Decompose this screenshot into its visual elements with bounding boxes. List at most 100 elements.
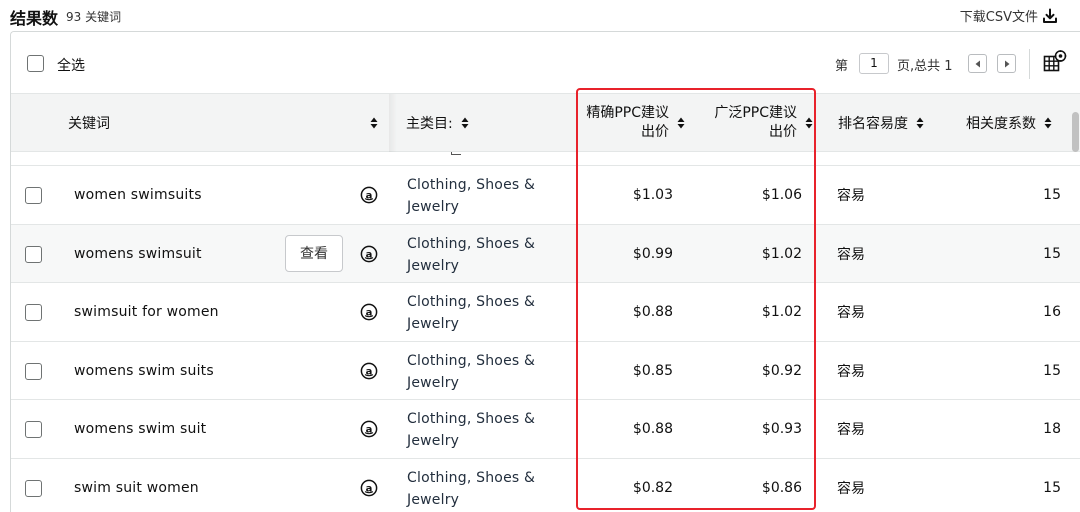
- results-header: 结果数 93 关键词 下载CSV文件: [0, 0, 1080, 30]
- category-line-1: Clothing, Shoes &: [407, 235, 536, 252]
- keyword-table-panel: 全选 第 1 页,总共 1 关键词 主类目: 精确PPC建议 出价 广泛PPC建…: [10, 31, 1080, 512]
- table-row[interactable]: womens swim suit a Clothing, Shoes & Jewe…: [11, 400, 1080, 459]
- select-all-checkbox[interactable]: [27, 55, 44, 72]
- relevance-cell: 18: [1043, 421, 1061, 437]
- category-line-2: Jewelry: [407, 374, 460, 391]
- table-settings-icon[interactable]: [1043, 50, 1067, 74]
- category-line-2: Jewelry: [407, 316, 460, 332]
- category-line-1: Clothing, Shoes &: [407, 469, 536, 486]
- sort-icon[interactable]: [461, 117, 469, 129]
- category-cell: Clothing, Shoes & Jewelry: [407, 350, 567, 394]
- difficulty-cell: 容易: [837, 422, 865, 438]
- keyword-cell: womens swimsuit: [74, 245, 202, 262]
- amazon-icon[interactable]: a: [360, 420, 378, 438]
- sort-icon[interactable]: [805, 117, 813, 129]
- category-cell: Clothing, Shoes & Jewelry: [407, 233, 567, 277]
- sort-icon[interactable]: [916, 117, 924, 129]
- view-button[interactable]: 查看: [285, 234, 343, 272]
- download-csv-label: 下载CSV文件: [959, 10, 1038, 25]
- category-line-2: Jewelry: [407, 257, 460, 274]
- caret-left-icon: [975, 60, 980, 67]
- results-title: 结果数: [10, 9, 59, 28]
- exact-ppc-cell: $0.82: [632, 479, 673, 496]
- table-row[interactable]: women swimsuits a Clothing, Shoes & Jewel…: [11, 166, 1080, 225]
- row-checkbox[interactable]: [25, 479, 42, 497]
- table-row[interactable]: womens swimsuit 查看 a Clothing, Shoes & Je…: [11, 224, 1080, 283]
- broad-ppc-cell: $1.06: [761, 187, 802, 203]
- difficulty-cell: 容易: [837, 480, 865, 497]
- category-cell: Clothing, Shoes & Jewelry: [407, 408, 567, 452]
- amazon-icon[interactable]: a: [360, 362, 378, 380]
- category-line-1: Clothing, Shoes &: [407, 294, 536, 310]
- category-cell: Clothing, Shoes & Jewelry: [407, 174, 567, 218]
- column-header-keyword[interactable]: 关键词: [68, 94, 110, 152]
- amazon-icon[interactable]: a: [360, 479, 378, 497]
- scrollbar-thumb[interactable]: [1072, 112, 1079, 152]
- relevance-cell: 16: [1043, 304, 1061, 320]
- table-row-partial: [11, 152, 1080, 166]
- category-line-2: Jewelry: [407, 491, 460, 508]
- category-line-1: Clothing, Shoes &: [407, 352, 536, 369]
- row-checkbox[interactable]: [25, 245, 42, 263]
- column-label-exact-ppc-line2: 出价: [641, 124, 669, 140]
- column-header-category[interactable]: 主类目:: [406, 94, 469, 152]
- caret-right-icon: [1004, 60, 1009, 67]
- column-label-broad-ppc-line2: 出价: [769, 124, 797, 140]
- select-all-label: 全选: [57, 58, 85, 74]
- category-line-2: Jewelry: [407, 433, 460, 449]
- table-body: women swimsuits a Clothing, Shoes & Jewel…: [11, 152, 1080, 512]
- keyword-cell: swimsuit for women: [74, 304, 219, 320]
- page-total: 页,总共 1: [897, 59, 953, 74]
- column-label-keyword: 关键词: [68, 116, 110, 132]
- relevance-cell: 15: [1043, 479, 1061, 496]
- relevance-cell: 15: [1043, 362, 1061, 379]
- column-header-relevance[interactable]: 相关度系数: [966, 94, 1052, 152]
- amazon-icon[interactable]: a: [360, 245, 378, 263]
- exact-ppc-cell: $0.99: [632, 245, 673, 262]
- sort-icon[interactable]: [677, 117, 685, 129]
- row-checkbox[interactable]: [25, 304, 42, 321]
- next-page-button[interactable]: [997, 54, 1016, 73]
- keyword-cell: womens swim suits: [74, 362, 214, 379]
- broad-ppc-cell: $0.92: [761, 362, 802, 379]
- column-header-difficulty[interactable]: 排名容易度: [838, 94, 924, 152]
- relevance-cell: 15: [1043, 187, 1061, 203]
- difficulty-cell: 容易: [837, 363, 865, 380]
- category-cell: Clothing, Shoes & Jewelry: [407, 291, 567, 335]
- table-row[interactable]: womens swim suits a Clothing, Shoes & Jew…: [11, 341, 1080, 400]
- partial-text-fragment: [451, 152, 461, 155]
- download-csv-link[interactable]: 下载CSV文件: [960, 6, 1058, 25]
- row-checkbox[interactable]: [25, 187, 42, 204]
- column-header-exact-ppc[interactable]: 精确PPC建议 出价: [581, 94, 689, 152]
- category-line-2: Jewelry: [407, 199, 460, 215]
- exact-ppc-cell: $0.88: [632, 304, 673, 320]
- relevance-cell: 15: [1043, 245, 1061, 262]
- broad-ppc-cell: $0.93: [761, 421, 802, 437]
- toolbar-divider: [1029, 49, 1030, 79]
- sort-icon[interactable]: [1044, 117, 1052, 129]
- broad-ppc-cell: $1.02: [761, 304, 802, 320]
- row-checkbox[interactable]: [25, 362, 42, 380]
- broad-ppc-cell: $0.86: [761, 479, 802, 496]
- download-icon: [1043, 8, 1057, 23]
- row-checkbox[interactable]: [25, 421, 42, 438]
- sort-icon[interactable]: [370, 117, 378, 129]
- page-number-input[interactable]: 1: [859, 53, 889, 74]
- category-line-1: Clothing, Shoes &: [407, 177, 536, 193]
- difficulty-cell: 容易: [837, 188, 865, 204]
- exact-ppc-cell: $1.03: [632, 187, 673, 203]
- column-label-relevance: 相关度系数: [966, 116, 1036, 132]
- amazon-icon[interactable]: a: [360, 186, 378, 204]
- table-row[interactable]: swim suit women a Clothing, Shoes & Jewel…: [11, 458, 1080, 512]
- amazon-icon[interactable]: a: [360, 303, 378, 321]
- column-label-broad-ppc-line1: 广泛PPC建议: [714, 105, 797, 121]
- difficulty-cell: 容易: [837, 246, 865, 263]
- column-header-broad-ppc[interactable]: 广泛PPC建议 出价: [707, 94, 819, 152]
- column-label-difficulty: 排名容易度: [838, 116, 908, 132]
- results-count: 93 关键词: [66, 10, 122, 24]
- table-scrollbar[interactable]: [1069, 94, 1080, 512]
- table-row[interactable]: swimsuit for women a Clothing, Shoes & Je…: [11, 283, 1080, 342]
- column-label-category: 主类目:: [406, 116, 453, 132]
- keyword-cell: women swimsuits: [74, 187, 202, 203]
- prev-page-button[interactable]: [968, 54, 987, 73]
